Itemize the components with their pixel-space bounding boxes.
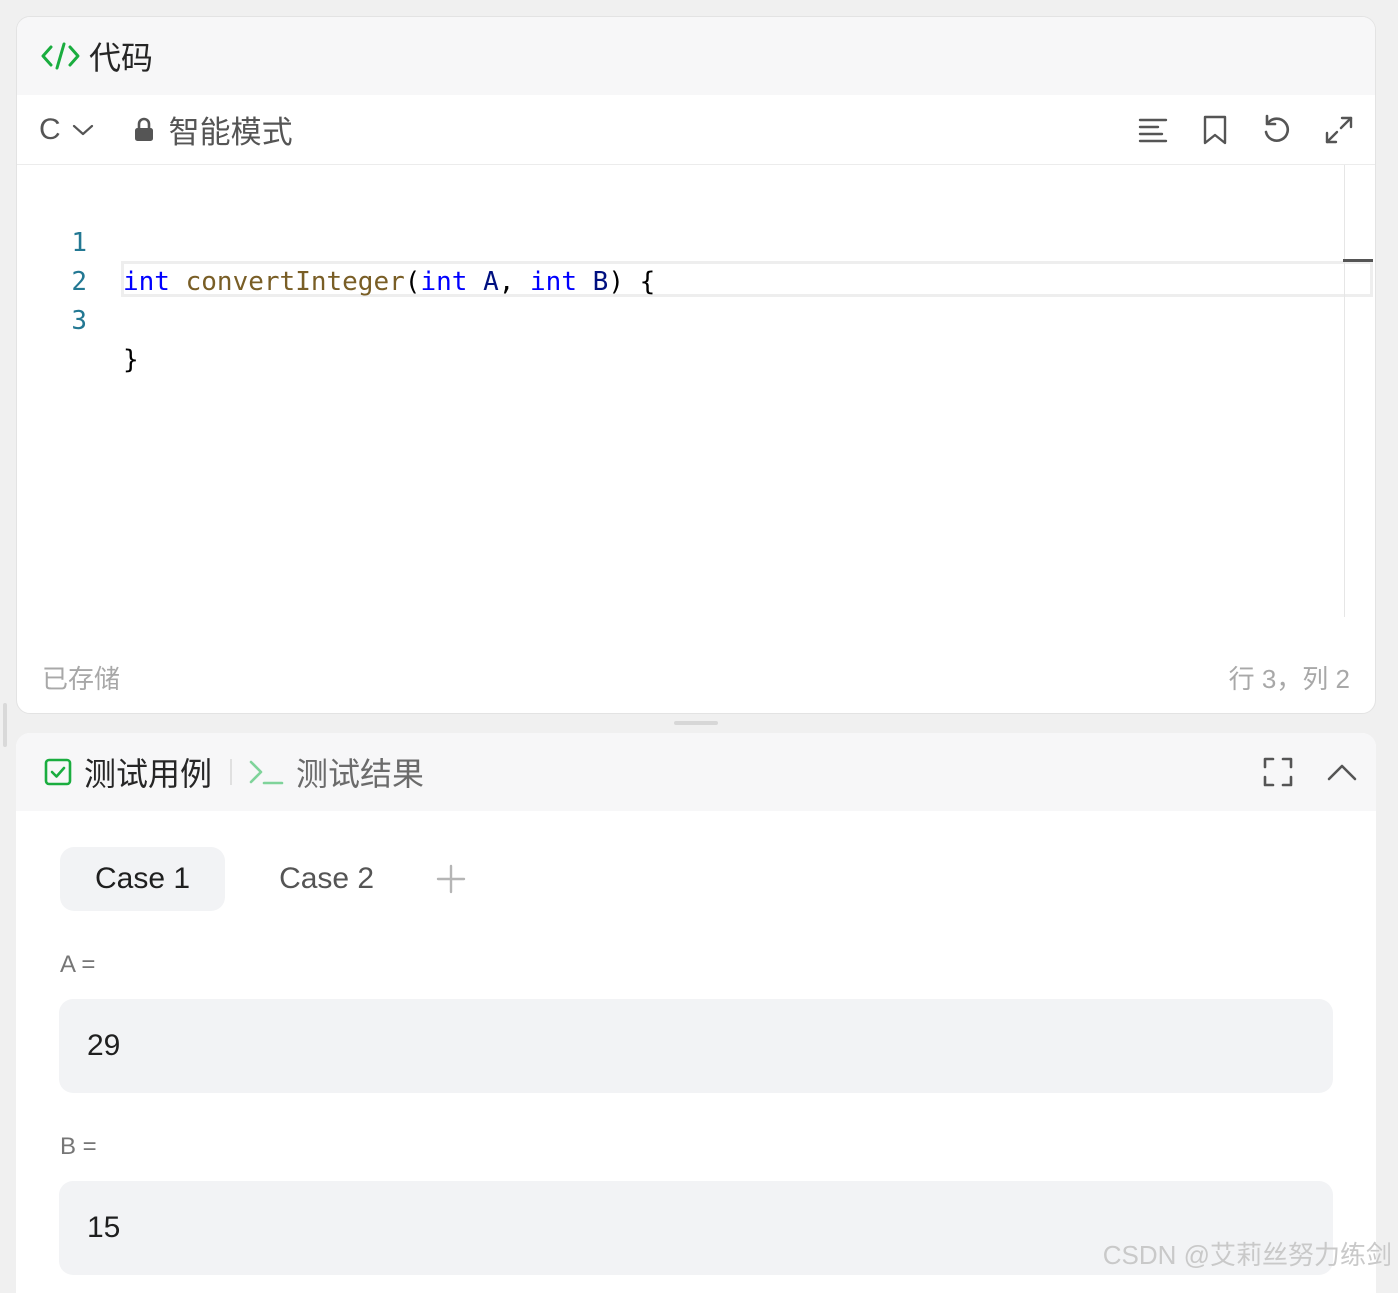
bookmark-button[interactable]: [1199, 114, 1231, 146]
line-code: int convertInteger(int A, int B) {: [123, 263, 655, 302]
keyword: int: [123, 267, 170, 297]
editor-status-bar: 已存储 行 3，列 2: [17, 641, 1375, 713]
save-status: 已存储: [42, 663, 121, 694]
smart-mode[interactable]: 智能模式: [133, 107, 293, 152]
case-tab-1[interactable]: Case 1: [60, 847, 226, 911]
tab-test-results-label: 测试结果: [296, 756, 425, 792]
lock-icon: [133, 117, 155, 143]
toolbar-actions: [1137, 114, 1355, 146]
terminal-icon: [248, 758, 284, 786]
param-label-a: A =: [60, 951, 96, 978]
fullscreen-button[interactable]: [1323, 114, 1355, 146]
code-line: 2: [17, 224, 111, 297]
keyword: int: [420, 267, 468, 297]
code-panel-header: 代码: [17, 17, 1375, 95]
code-brackets-icon: [41, 40, 81, 72]
test-panel: 测试用例 测试结果 Case 1 Case 2 A = 29 B = 15: [16, 733, 1376, 1293]
watermark: CSDN @艾莉丝努力练剑: [1102, 1240, 1392, 1270]
overview-ruler-cursor: [1343, 259, 1373, 262]
plus-icon: [436, 864, 466, 894]
format-button[interactable]: [1137, 114, 1169, 146]
param-input-a[interactable]: 29: [59, 999, 1333, 1093]
add-case-button[interactable]: [431, 859, 471, 899]
identifier: B: [592, 267, 609, 297]
param-label-b: B =: [60, 1133, 97, 1160]
tab-test-cases[interactable]: 测试用例: [44, 749, 212, 795]
panel-resize-handle[interactable]: [674, 721, 718, 725]
smart-mode-label: 智能模式: [168, 115, 293, 150]
code-line: 1 int convertInteger(int A, int B) {: [17, 185, 655, 297]
maximize-panel-button[interactable]: [1262, 756, 1294, 788]
code-line: 3 }: [17, 263, 138, 375]
tab-test-results[interactable]: 测试结果: [248, 749, 424, 795]
editor-toolbar: C 智能模式: [17, 95, 1375, 165]
code-editor[interactable]: 1 int convertInteger(int A, int B) { 2 3…: [17, 165, 1375, 621]
language-value: C: [39, 112, 61, 146]
keyword: int: [530, 267, 577, 297]
reset-code-button[interactable]: [1261, 114, 1293, 146]
test-panel-actions: [1262, 756, 1358, 788]
punctuation: (: [404, 267, 421, 297]
tab-divider: [230, 759, 233, 785]
case-tabs: Case 1 Case 2: [60, 847, 471, 911]
line-code: }: [123, 345, 139, 375]
cursor-position: 行 3，列 2: [1228, 663, 1350, 694]
case-tab-2[interactable]: Case 2: [244, 847, 409, 911]
test-panel-header: 测试用例 测试结果: [16, 733, 1376, 811]
undo-icon: [1264, 114, 1290, 142]
fullscreen-corners-icon: [1263, 757, 1293, 787]
chevron-up-icon: [1327, 764, 1357, 781]
identifier: A: [483, 267, 499, 297]
code-panel: 代码 C 智能模式 1 int convertInteger(int A, in…: [16, 16, 1376, 714]
editor-scrollbar[interactable]: [1344, 165, 1345, 617]
punctuation: ) {: [608, 267, 656, 297]
chevron-down-icon: [71, 122, 95, 138]
side-resize-handle[interactable]: [3, 703, 7, 747]
tab-test-cases-label: 测试用例: [84, 756, 213, 792]
collapse-panel-button[interactable]: [1326, 756, 1358, 788]
function-name: convertInteger: [185, 267, 405, 297]
language-select[interactable]: C: [39, 113, 95, 147]
checkbox-icon: [44, 758, 72, 786]
align-left-icon: [1138, 118, 1168, 142]
punctuation: ,: [498, 267, 531, 297]
bookmark-icon: [1203, 115, 1227, 144]
expand-icon: [1325, 116, 1353, 143]
line-number: 3: [71, 306, 87, 336]
code-panel-title: 代码: [89, 40, 154, 76]
